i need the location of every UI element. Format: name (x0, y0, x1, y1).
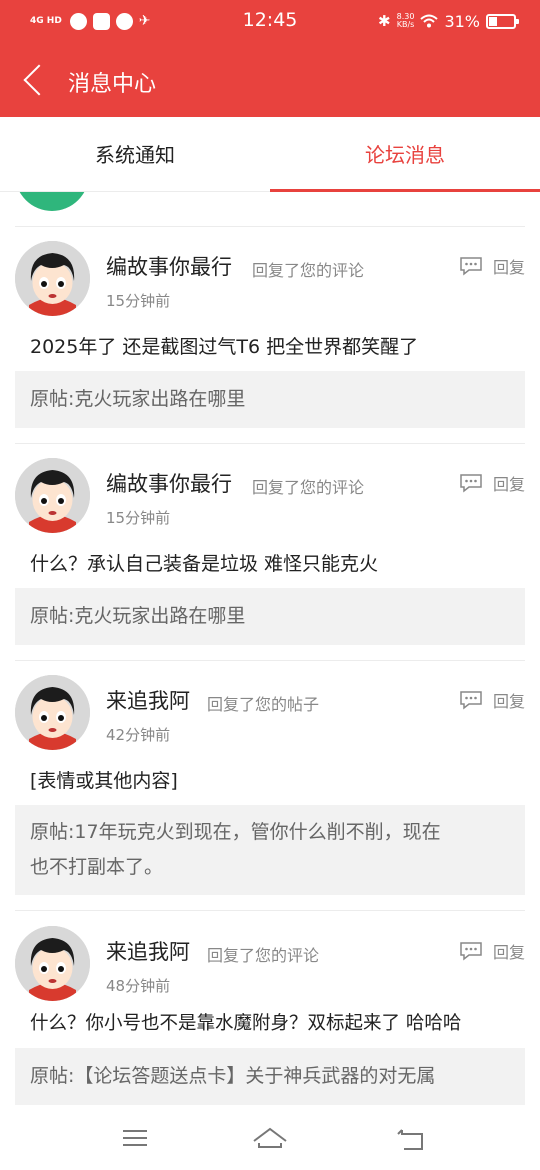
message-list[interactable]: 编故事你最行 回复了您的评论 回复 15分钟前 2025年了 还是截图过气T6 … (0, 192, 540, 1107)
wifi-icon (420, 14, 439, 28)
tab-forum-messages[interactable]: 论坛消息 (270, 117, 540, 192)
comment-icon (460, 691, 482, 710)
divider (15, 910, 525, 911)
divider (15, 660, 525, 661)
avatar[interactable] (15, 458, 90, 533)
reply-label: 回复 (492, 943, 525, 962)
bluetooth-icon: ✱ (378, 12, 391, 30)
action-text: 回复了您的评论 (252, 261, 365, 280)
username[interactable]: 编故事你最行 (106, 251, 232, 281)
network-speed: 8.30 KB/s (396, 12, 415, 29)
avatar[interactable] (15, 675, 90, 750)
reply-label: 回复 (492, 475, 525, 494)
status-right-icons: ✱ 8.30 KB/s 31% (378, 10, 519, 32)
reply-button[interactable]: 回复 (459, 254, 525, 278)
reply-label: 回复 (492, 692, 525, 711)
username[interactable]: 编故事你最行 (106, 468, 232, 498)
battery-percent: 31% (444, 11, 480, 31)
username[interactable]: 来追我阿 (106, 685, 190, 715)
original-post[interactable]: 原帖:17年玩克火到现在，管你什么削不削，现在 也不打副本了。 (15, 805, 525, 895)
back-nav-icon[interactable] (392, 1119, 432, 1159)
list-item[interactable]: 来追我阿 回复了您的评论 回复 48分钟前 什么？你小号也不是靠水魔附身？双标起… (0, 926, 540, 1107)
comment-icon (460, 474, 482, 493)
menu-icon[interactable] (115, 1119, 155, 1159)
action-text: 回复了您的评论 (252, 478, 365, 497)
username[interactable]: 来追我阿 (106, 936, 190, 966)
timestamp: 48分钟前 (106, 977, 171, 995)
action-text: 回复了您的评论 (207, 946, 320, 965)
comment-icon (460, 257, 482, 276)
title-bar: 消息中心 (0, 44, 540, 117)
original-post[interactable]: 原帖:克火玩家出路在哪里 (15, 371, 525, 428)
tab-system-notice[interactable]: 系统通知 (0, 117, 270, 192)
reply-button[interactable]: 回复 (459, 471, 525, 495)
battery-icon (486, 13, 519, 29)
message-content[interactable]: [表情或其他内容] (30, 766, 178, 793)
original-post-line: 也不打副本了。 (30, 856, 164, 878)
list-item[interactable]: 编故事你最行 回复了您的评论 回复 15分钟前 2025年了 还是截图过气T6 … (0, 241, 540, 444)
timestamp: 15分钟前 (106, 292, 171, 310)
divider (15, 226, 525, 227)
reply-button[interactable]: 回复 (459, 939, 525, 963)
system-nav-bar (0, 1107, 540, 1170)
comment-icon (460, 942, 482, 961)
divider (15, 443, 525, 444)
message-content[interactable]: 什么？承认自己装备是垃圾 难怪只能克火 (30, 549, 378, 576)
message-content[interactable]: 2025年了 还是截图过气T6 把全世界都笑醒了 (30, 332, 418, 359)
list-item[interactable]: 编故事你最行 回复了您的评论 回复 15分钟前 什么？承认自己装备是垃圾 难怪只… (0, 458, 540, 661)
list-item[interactable]: 来追我阿 回复了您的帖子 回复 42分钟前 [表情或其他内容] 原帖:17年玩克… (0, 675, 540, 911)
home-icon[interactable] (250, 1119, 290, 1159)
avatar[interactable] (15, 241, 90, 316)
timestamp: 42分钟前 (106, 726, 171, 744)
status-bar: 4G HD ✈ 12:45 ✱ 8.30 KB/s 31% (0, 0, 540, 44)
original-post[interactable]: 原帖:克火玩家出路在哪里 (15, 588, 525, 645)
reply-label: 回复 (492, 258, 525, 277)
message-content[interactable]: 什么？你小号也不是靠水魔附身？双标起来了 哈哈哈 (30, 1009, 461, 1035)
avatar (15, 192, 89, 211)
reply-button[interactable]: 回复 (459, 688, 525, 712)
back-icon[interactable] (18, 62, 54, 98)
tab-bar: 系统通知 论坛消息 (0, 117, 540, 192)
original-post-line: 原帖:17年玩克火到现在，管你什么削不削，现在 (30, 821, 441, 843)
original-post[interactable]: 原帖:【论坛答题送点卡】关于神兵武器的对无属 (15, 1048, 525, 1105)
avatar[interactable] (15, 926, 90, 1001)
action-text: 回复了您的帖子 (207, 695, 320, 714)
timestamp: 15分钟前 (106, 509, 171, 527)
page-title: 消息中心 (68, 72, 157, 97)
